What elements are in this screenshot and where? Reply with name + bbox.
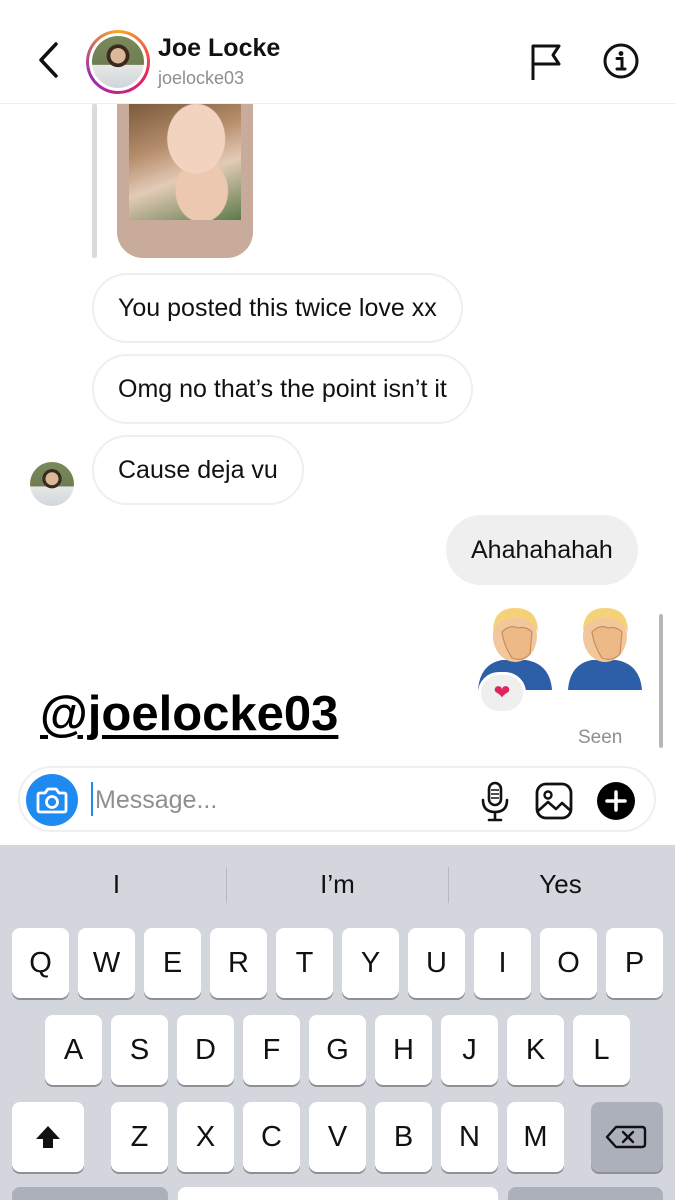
backspace-icon [605,1125,647,1149]
suggestion-item[interactable]: I [4,845,229,923]
scrollbar[interactable] [659,614,663,748]
message-bubble[interactable]: You posted this twice love xx [92,273,463,343]
key-k[interactable]: K [507,1015,564,1085]
key-w[interactable]: W [78,928,135,998]
sender-avatar[interactable] [30,462,74,506]
key-u[interactable]: U [408,928,465,998]
delete-key[interactable] [591,1102,663,1172]
sent-message-bubble[interactable]: Ahahahahah [446,515,638,585]
key-l[interactable]: L [573,1015,630,1085]
key-z[interactable]: Z [111,1102,168,1172]
contact-name[interactable]: Joe Locke [158,34,280,63]
key-q[interactable]: Q [12,928,69,998]
message-composer [18,766,656,832]
key-p[interactable]: P [606,928,663,998]
shift-icon [36,1126,60,1148]
key-d[interactable]: D [177,1015,234,1085]
chat-header: Joe Locke joelocke03 [0,0,675,104]
camera-icon [36,787,68,814]
flag-icon[interactable] [528,42,564,82]
gallery-icon[interactable] [534,781,574,821]
key-h[interactable]: H [375,1015,432,1085]
shared-photo[interactable] [117,104,253,258]
space-key[interactable] [178,1187,498,1200]
chevron-left-icon[interactable] [34,40,64,80]
plus-icon[interactable] [596,781,636,821]
microphone-icon[interactable] [478,780,512,822]
return-key[interactable] [508,1187,663,1200]
key-b[interactable]: B [375,1102,432,1172]
seen-status: Seen [578,727,623,748]
key-c[interactable]: C [243,1102,300,1172]
heart-reaction[interactable]: ❤ [478,672,526,714]
reply-indicator [92,104,97,258]
watermark-handle: @joelocke03 [40,687,339,741]
avatar[interactable] [86,30,150,94]
info-icon[interactable] [602,42,640,80]
key-f[interactable]: F [243,1015,300,1085]
key-o[interactable]: O [540,928,597,998]
key-e[interactable]: E [144,928,201,998]
suggestion-item[interactable]: Yes [448,845,673,923]
key-y[interactable]: Y [342,928,399,998]
key-r[interactable]: R [210,928,267,998]
key-x[interactable]: X [177,1102,234,1172]
numbers-key[interactable] [12,1187,168,1200]
shift-key[interactable] [12,1102,84,1172]
camera-button[interactable] [26,774,78,826]
suggestion-item[interactable]: I’m [225,845,450,923]
key-v[interactable]: V [309,1102,366,1172]
message-bubble[interactable]: Cause deja vu [92,435,304,505]
key-j[interactable]: J [441,1015,498,1085]
key-n[interactable]: N [441,1102,498,1172]
facepalm-emoji[interactable] [562,602,646,690]
suggestion-bar: I I’m Yes [0,845,675,923]
key-g[interactable]: G [309,1015,366,1085]
key-i[interactable]: I [474,928,531,998]
text-cursor [91,782,93,816]
key-t[interactable]: T [276,928,333,998]
keyboard: I I’m Yes Q W E R T Y U I O P A S D F G … [0,845,675,1200]
message-bubble[interactable]: Omg no that’s the point isn’t it [92,354,473,424]
key-s[interactable]: S [111,1015,168,1085]
message-input[interactable] [95,780,455,820]
key-a[interactable]: A [45,1015,102,1085]
key-m[interactable]: M [507,1102,564,1172]
contact-handle: joelocke03 [158,68,245,88]
